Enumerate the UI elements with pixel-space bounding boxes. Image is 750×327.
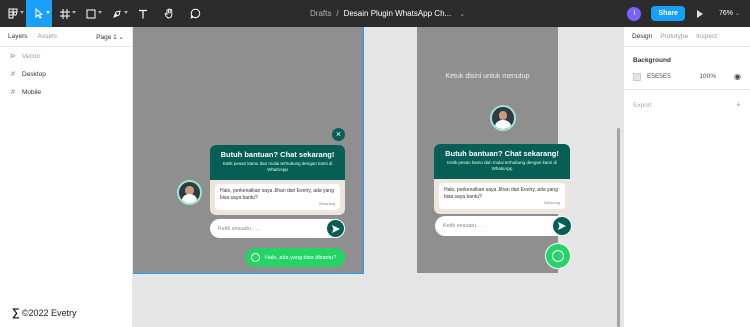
top-toolbar: Drafts / Desain Plugin WhatsApp Ch... ⌄ … — [0, 0, 750, 27]
text-tool-icon[interactable] — [130, 0, 156, 27]
agent-avatar — [490, 105, 516, 131]
main-menu-icon[interactable] — [0, 0, 26, 27]
send-icon — [558, 222, 566, 230]
canvas-scrollbar[interactable] — [617, 128, 620, 327]
design-panel: Design Prototype Inspect Background E5E5… — [623, 27, 750, 327]
design-canvas[interactable]: × Butuh bantuan? Chat sekarang! Ketik pe… — [133, 27, 623, 327]
background-color-value[interactable]: E5E5E5 — [647, 73, 671, 80]
chat-message: Halo, perkenalkan saya Jihan dari Evetry… — [220, 188, 334, 201]
desktop-frame[interactable]: × Butuh bantuan? Chat sekarang! Ketik pe… — [133, 27, 364, 274]
comment-tool-icon[interactable] — [182, 0, 208, 27]
background-opacity[interactable]: 100% — [699, 73, 716, 80]
whatsapp-icon — [251, 253, 260, 262]
layer-label: Desktop — [22, 70, 46, 78]
frame-icon: # — [11, 88, 15, 96]
frame-tool-icon[interactable] — [52, 0, 78, 27]
page-selector[interactable]: Page 1 ⌄ — [96, 33, 124, 41]
present-play-icon[interactable] — [696, 9, 703, 18]
message-time: Sekarang — [543, 201, 560, 205]
zoom-selector[interactable]: 76% ⌄ — [719, 10, 740, 17]
export-label: Export — [633, 101, 652, 109]
send-icon — [331, 224, 340, 233]
whatsapp-cta-button[interactable]: Halo, ada yang bisa dibantu? — [245, 248, 345, 267]
chat-header: Butuh bantuan? Chat sekarang! Ketik pesa… — [210, 145, 345, 180]
whatsapp-fab-button[interactable] — [545, 243, 571, 269]
tap-to-close-text[interactable]: Ketuk disini untuk menutup — [417, 73, 558, 80]
breadcrumb-drafts[interactable]: Drafts — [310, 9, 331, 18]
layers-panel-tabs: Layers Assets Page 1 ⌄ — [0, 27, 132, 47]
layer-label: Vector — [22, 52, 41, 60]
export-section: Export + — [624, 90, 750, 120]
figma-app: Drafts / Desain Plugin WhatsApp Ch... ⌄ … — [0, 0, 750, 327]
chevron-down-icon: ⌄ — [118, 33, 124, 41]
toolbar-right: I Share 76% ⌄ — [627, 0, 750, 27]
chat-title: Butuh bantuan? Chat sekarang! — [445, 149, 559, 158]
breadcrumb-separator: / — [336, 9, 339, 18]
tab-layers[interactable]: Layers — [8, 33, 28, 40]
cta-label: Halo, ada yang bisa dibantu? — [265, 254, 337, 261]
chat-card: Butuh bantuan? Chat sekarang! Ketik pesa… — [210, 145, 345, 215]
shape-tool-icon[interactable] — [78, 0, 104, 27]
user-avatar[interactable]: I — [627, 6, 642, 21]
tab-inspect[interactable]: Inspect — [696, 33, 717, 40]
document-breadcrumb: Drafts / Desain Plugin WhatsApp Ch... ⌄ — [310, 0, 465, 27]
copyright-text: ©2022 Evetry — [21, 308, 77, 318]
zoom-value: 76% — [718, 10, 733, 17]
layer-label: Mobile — [22, 88, 42, 96]
pen-tool-icon[interactable] — [104, 0, 130, 27]
chevron-down-icon: ⌄ — [734, 11, 740, 17]
message-time: Sekarang — [318, 202, 335, 206]
hand-tool-icon[interactable] — [156, 0, 182, 27]
chat-subtitle: Ketik pesan kamu dan mulai terhubung den… — [447, 160, 557, 171]
layer-item-desktop[interactable]: # Desktop — [0, 65, 132, 83]
document-title[interactable]: Desain Plugin WhatsApp Ch... — [344, 9, 452, 18]
whatsapp-icon — [552, 250, 564, 262]
chat-subtitle: Ketik pesan kamu dan mulai terhubung den… — [222, 161, 333, 172]
page-selector-label: Page 1 — [96, 33, 117, 41]
background-heading: Background — [633, 57, 671, 64]
send-button[interactable] — [552, 216, 572, 236]
tab-design[interactable]: Design — [632, 33, 652, 40]
frame-icon: # — [11, 70, 15, 78]
evetry-logo: ∑ ©2022 Evetry — [12, 307, 77, 319]
chat-bubble: Halo, perkenalkan saya Jihan dari Evetry… — [439, 183, 565, 209]
background-fill-row[interactable]: E5E5E5 100% ◉ — [633, 72, 741, 81]
chevron-down-icon[interactable]: ⌄ — [459, 10, 465, 18]
message-input[interactable]: Ketik sesuatu . . . — [435, 216, 567, 236]
share-button[interactable]: Share — [651, 6, 685, 21]
chat-bubble: Halo, perkenalkan saya Jihan dari Evetry… — [215, 184, 340, 210]
background-section: Background E5E5E5 100% ◉ — [624, 47, 750, 90]
layer-item-vector[interactable]: ⊳ Vector — [0, 47, 132, 65]
message-input[interactable]: Ketik sesuatu . . . — [210, 219, 340, 238]
close-icon[interactable]: × — [332, 128, 345, 141]
layers-panel: Layers Assets Page 1 ⌄ ⊳ Vector # Deskto… — [0, 27, 133, 327]
agent-avatar — [177, 180, 202, 205]
color-swatch[interactable] — [633, 72, 641, 81]
vector-icon: ⊳ — [10, 53, 16, 60]
layer-item-mobile[interactable]: # Mobile — [0, 83, 132, 101]
tab-assets[interactable]: Assets — [38, 33, 58, 40]
design-panel-tabs: Design Prototype Inspect — [624, 27, 750, 47]
chat-header: Butuh bantuan? Chat sekarang! Ketik pesa… — [434, 144, 570, 179]
plus-icon[interactable]: + — [736, 100, 741, 110]
tab-prototype[interactable]: Prototype — [660, 33, 688, 40]
send-button[interactable] — [326, 219, 345, 238]
chat-message: Halo, perkenalkan saya Jihan dari Evetry… — [444, 187, 558, 200]
eye-icon[interactable]: ◉ — [734, 72, 741, 81]
evetry-logo-icon: ∑ — [12, 307, 20, 319]
move-tool-icon[interactable] — [26, 0, 52, 27]
chat-card: Butuh bantuan? Chat sekarang! Ketik pesa… — [434, 144, 570, 214]
chat-title: Butuh bantuan? Chat sekarang! — [220, 150, 335, 159]
